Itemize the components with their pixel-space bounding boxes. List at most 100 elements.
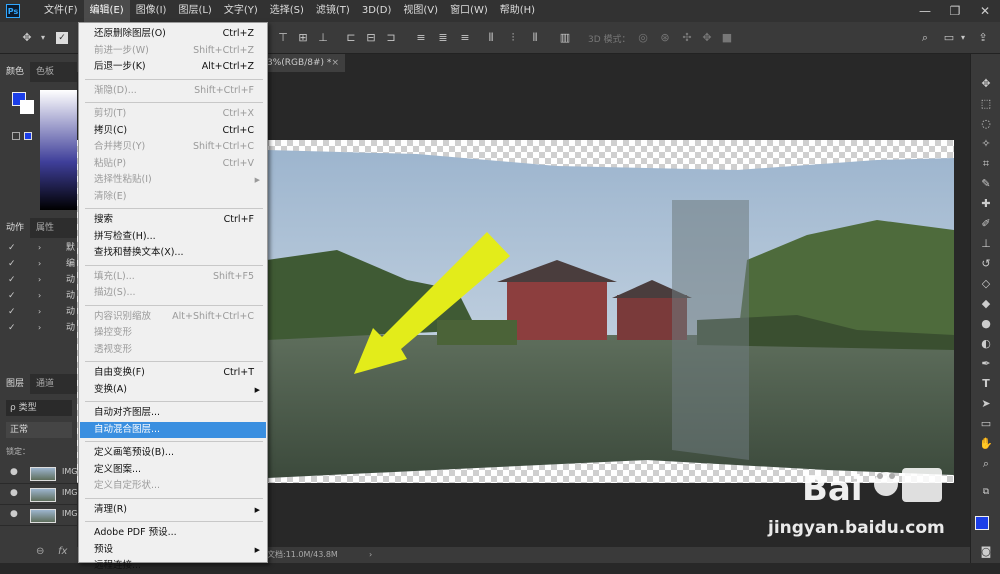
- edit-menu-item[interactable]: 透视变形: [80, 342, 266, 358]
- distribute-right-icon[interactable]: ⫴: [528, 31, 542, 45]
- visibility-eye-icon[interactable]: ●: [10, 488, 18, 498]
- align-bottom-icon[interactable]: ⊥: [316, 31, 330, 45]
- search-icon[interactable]: ⌕: [918, 31, 932, 45]
- edit-menu-item[interactable]: 自动对齐图层...: [80, 405, 266, 421]
- menu-7[interactable]: 3D(D): [356, 0, 398, 22]
- document-tab-close-icon[interactable]: ×: [331, 54, 339, 72]
- color-mode-icon[interactable]: [12, 132, 20, 140]
- tab-actions[interactable]: 动作: [0, 218, 31, 238]
- edit-menu-item[interactable]: 内容识别缩放 Alt+Shift+Ctrl+C: [80, 309, 266, 325]
- expand-chevron-icon[interactable]: ›: [38, 304, 41, 320]
- path-selection-icon[interactable]: ➤: [978, 396, 994, 412]
- expand-chevron-icon[interactable]: ›: [38, 256, 41, 272]
- menu-8[interactable]: 视图(V): [397, 0, 444, 22]
- 3d-orbit-icon[interactable]: ◎: [636, 31, 650, 45]
- tab-channels[interactable]: 通道: [30, 374, 60, 394]
- edit-menu-item[interactable]: 渐隐(D)... Shift+Ctrl+F: [80, 83, 266, 99]
- edit-menu-item[interactable]: 拷贝(C) Ctrl+C: [80, 123, 266, 139]
- auto-select-checkbox[interactable]: ✓: [56, 32, 68, 44]
- align-top-icon[interactable]: ⊤: [276, 31, 290, 45]
- 3d-pan-icon[interactable]: ✣: [680, 31, 694, 45]
- edit-menu-item[interactable]: 拼写检查(H)...: [80, 229, 266, 245]
- tab-layers[interactable]: 图层: [0, 374, 31, 394]
- dropdown-chevron-icon[interactable]: ▾: [36, 31, 50, 45]
- dodge-icon[interactable]: ◐: [978, 336, 994, 352]
- workspace-chevron-icon[interactable]: ▾: [956, 31, 970, 45]
- menu-3[interactable]: 图层(L): [172, 0, 217, 22]
- edit-menu-item[interactable]: 清理(R) ▶: [80, 502, 266, 518]
- expand-chevron-icon[interactable]: ›: [38, 272, 41, 288]
- check-icon[interactable]: ✓: [8, 320, 16, 336]
- action-item[interactable]: ✓ › 动: [0, 320, 77, 336]
- color-picker-field[interactable]: [40, 90, 77, 210]
- check-icon[interactable]: ✓: [8, 288, 16, 304]
- align-vcenter-icon[interactable]: ⊞: [296, 31, 310, 45]
- edit-menu-item[interactable]: 粘贴(P) Ctrl+V: [80, 156, 266, 172]
- layer-row[interactable]: ● IMG: [0, 464, 77, 484]
- clone-stamp-icon[interactable]: ⊥: [978, 236, 994, 252]
- edit-menu-item[interactable]: 剪切(T) Ctrl+X: [80, 106, 266, 122]
- auto-align-icon[interactable]: ▥: [558, 31, 572, 45]
- check-icon[interactable]: ✓: [8, 304, 16, 320]
- zoom-icon[interactable]: ⌕: [978, 456, 994, 472]
- crop-icon[interactable]: ⌗: [978, 156, 994, 172]
- check-icon[interactable]: ✓: [8, 240, 16, 256]
- magic-wand-icon[interactable]: ✧: [978, 136, 994, 152]
- expand-chevron-icon[interactable]: ›: [38, 320, 41, 336]
- menu-0[interactable]: 文件(F): [38, 0, 84, 22]
- action-item[interactable]: ✓ › 编: [0, 256, 77, 272]
- move-icon[interactable]: ✥: [978, 76, 994, 92]
- 3d-slide-icon[interactable]: ✥: [700, 31, 714, 45]
- menu-4[interactable]: 文字(Y): [218, 0, 264, 22]
- menu-2[interactable]: 图像(I): [130, 0, 173, 22]
- restore-button[interactable]: ❐: [940, 0, 970, 22]
- align-left-icon[interactable]: ⊏: [344, 31, 358, 45]
- edit-menu-item[interactable]: 定义自定形状...: [80, 478, 266, 494]
- 3d-roll-icon[interactable]: ⊛: [658, 31, 672, 45]
- align-right-icon[interactable]: ⊐: [384, 31, 398, 45]
- close-button[interactable]: ✕: [970, 0, 1000, 22]
- edit-menu-item[interactable]: 选择性粘贴(I) ▶: [80, 172, 266, 188]
- share-icon[interactable]: ⇪: [976, 31, 990, 45]
- expand-chevron-icon[interactable]: ›: [38, 288, 41, 304]
- expand-chevron-icon[interactable]: ›: [38, 240, 41, 256]
- edit-menu-item[interactable]: 预设 ▶: [80, 542, 266, 558]
- paint-bucket-icon[interactable]: ◆: [978, 296, 994, 312]
- action-item[interactable]: ✓ › 动: [0, 304, 77, 320]
- eyedropper-icon[interactable]: ✎: [978, 176, 994, 192]
- edit-menu-item[interactable]: 清除(E): [80, 189, 266, 205]
- edit-menu-item[interactable]: Adobe PDF 预设...: [80, 525, 266, 541]
- edit-menu-item[interactable]: 合并拷贝(Y) Shift+Ctrl+C: [80, 139, 266, 155]
- hand-icon[interactable]: ✋: [978, 436, 994, 452]
- distribute-top-icon[interactable]: ≡: [414, 31, 428, 45]
- edit-menu-item[interactable]: 还原删除图层(O) Ctrl+Z: [80, 26, 266, 42]
- menu-1[interactable]: 编辑(E): [83, 0, 130, 22]
- blend-mode-select[interactable]: 正常: [6, 422, 72, 438]
- edit-menu-item[interactable]: 远程连接...: [80, 558, 266, 574]
- workspace-icon[interactable]: ▭: [942, 31, 956, 45]
- edit-menu-item[interactable]: 前进一步(W) Shift+Ctrl+Z: [80, 43, 266, 59]
- visibility-eye-icon[interactable]: ●: [10, 467, 18, 477]
- action-item[interactable]: ✓ › 动: [0, 272, 77, 288]
- edit-menu-item[interactable]: 定义画笔预设(B)...: [80, 445, 266, 461]
- edit-menu-item[interactable]: 查找和替换文本(X)...: [80, 245, 266, 261]
- distribute-bottom-icon[interactable]: ≡: [458, 31, 472, 45]
- edit-menu-item[interactable]: 填充(L)... Shift+F5: [80, 269, 266, 285]
- status-menu-arrow-icon[interactable]: ›: [369, 547, 372, 563]
- distribute-left-icon[interactable]: ⫴: [484, 31, 498, 45]
- link-icon[interactable]: ⊖: [36, 546, 44, 557]
- edit-menu-item[interactable]: 变换(A) ▶: [80, 382, 266, 398]
- type-icon[interactable]: T: [978, 376, 994, 392]
- distribute-hcenter-icon[interactable]: ⫶: [506, 31, 520, 45]
- menu-6[interactable]: 滤镜(T): [310, 0, 356, 22]
- color-chip-icon[interactable]: [24, 132, 32, 140]
- menu-9[interactable]: 窗口(W): [444, 0, 494, 22]
- eraser-icon[interactable]: ◇: [978, 276, 994, 292]
- brush-icon[interactable]: ✐: [978, 216, 994, 232]
- quick-mask-icon[interactable]: ◙: [978, 544, 994, 560]
- align-hcenter-icon[interactable]: ⊟: [364, 31, 378, 45]
- tools-foreground-swatch[interactable]: [975, 516, 989, 530]
- healing-brush-icon[interactable]: ✚: [978, 196, 994, 212]
- tab-properties[interactable]: 属性: [30, 218, 60, 238]
- edit-menu-item[interactable]: 定义图案...: [80, 462, 266, 478]
